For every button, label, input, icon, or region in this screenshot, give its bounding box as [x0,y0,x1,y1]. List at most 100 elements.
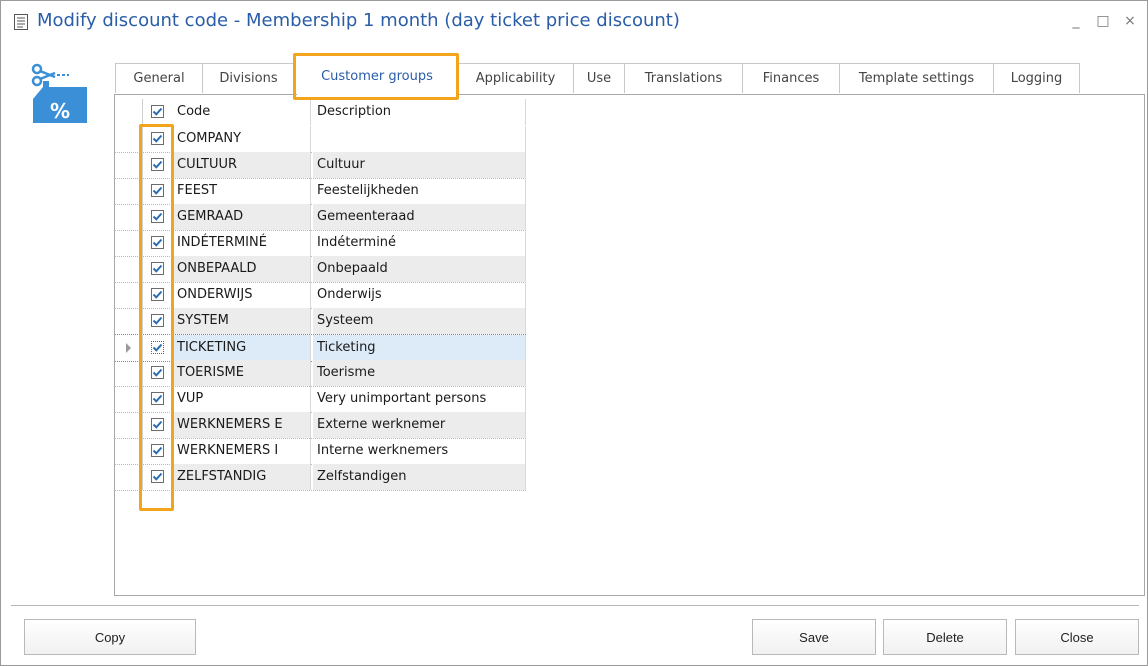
row-indicator-cell[interactable] [115,438,143,464]
header-checkbox-cell[interactable] [143,99,171,125]
row-checkbox[interactable] [151,392,164,405]
code-cell[interactable]: SYSTEM [173,308,311,334]
row-checkbox-cell[interactable] [143,412,171,438]
table-row[interactable]: SYSTEM Systeem [115,308,526,335]
description-cell[interactable]: Systeem [313,308,526,334]
row-checkbox-cell[interactable] [143,152,171,178]
code-cell[interactable]: VUP [173,386,311,412]
table-row[interactable]: INDÉTERMINÉ Indéterminé [115,230,526,257]
code-cell[interactable]: WERKNEMERS I [173,438,311,464]
save-button[interactable]: Save [752,619,876,655]
row-checkbox-cell[interactable] [143,178,171,204]
code-cell[interactable]: COMPANY [173,126,311,152]
maximize-button[interactable]: □ [1095,14,1111,28]
code-cell[interactable]: ONBEPAALD [173,256,311,282]
table-row[interactable]: VUP Very unimportant persons [115,386,526,413]
row-checkbox[interactable] [151,444,164,457]
row-checkbox[interactable] [151,132,164,145]
close-button[interactable]: Close [1015,619,1139,655]
table-row[interactable]: GEMRAAD Gemeenteraad [115,204,526,231]
tab-general[interactable]: General [115,63,203,93]
description-cell[interactable]: Ticketing [313,335,526,361]
row-indicator-cell[interactable] [115,464,143,490]
row-checkbox-cell[interactable] [143,308,171,334]
copy-button[interactable]: Copy [24,619,196,655]
table-row[interactable]: ONBEPAALD Onbepaald [115,256,526,283]
table-row[interactable]: FEEST Feestelijkheden [115,178,526,205]
row-checkbox[interactable] [151,288,164,301]
row-checkbox[interactable] [151,236,164,249]
minimize-button[interactable]: _ [1068,14,1084,28]
description-cell[interactable]: Gemeenteraad [313,204,526,230]
row-indicator-cell[interactable] [115,412,143,438]
close-window-button[interactable]: × [1122,14,1138,28]
description-cell[interactable]: Onderwijs [313,282,526,308]
column-header-code[interactable]: Code [173,99,311,125]
select-all-checkbox[interactable] [151,105,164,118]
code-cell[interactable]: TICKETING [173,335,311,361]
row-indicator-cell[interactable] [115,204,143,230]
row-checkbox[interactable] [151,366,164,379]
row-checkbox[interactable] [151,158,164,171]
tab-finances[interactable]: Finances [742,63,840,93]
row-indicator-cell[interactable] [115,230,143,256]
row-checkbox[interactable] [151,418,164,431]
table-row[interactable]: ONDERWIJS Onderwijs [115,282,526,309]
row-checkbox-cell[interactable] [143,464,171,490]
row-indicator-cell[interactable] [115,256,143,282]
tab-template-settings[interactable]: Template settings [839,63,994,93]
tab-customer-groups[interactable]: Customer groups [297,61,457,95]
table-row[interactable]: TOERISME Toerisme [115,360,526,387]
description-cell[interactable]: Toerisme [313,360,526,386]
code-cell[interactable]: CULTUUR [173,152,311,178]
row-checkbox[interactable] [151,184,164,197]
description-cell[interactable]: Onbepaald [313,256,526,282]
description-cell[interactable]: Cultuur [313,152,526,178]
row-indicator-cell[interactable] [115,126,143,152]
table-row[interactable]: WERKNEMERS E Externe werknemer [115,412,526,439]
code-cell[interactable]: INDÉTERMINÉ [173,230,311,256]
row-checkbox[interactable] [151,314,164,327]
description-cell[interactable]: Very unimportant persons [313,386,526,412]
table-row[interactable]: TICKETING Ticketing [115,334,526,362]
code-cell[interactable]: FEEST [173,178,311,204]
table-row[interactable]: COMPANY [115,126,526,153]
code-cell[interactable]: WERKNEMERS E [173,412,311,438]
row-checkbox-cell[interactable] [143,230,171,256]
tab-logging[interactable]: Logging [993,63,1080,93]
table-row[interactable]: CULTUUR Cultuur [115,152,526,179]
code-cell[interactable]: GEMRAAD [173,204,311,230]
row-checkbox-cell[interactable] [143,282,171,308]
description-cell[interactable]: Externe werknemer [313,412,526,438]
row-indicator-cell[interactable] [115,152,143,178]
description-cell[interactable]: Interne werknemers [313,438,526,464]
row-checkbox-cell[interactable] [143,126,171,152]
row-indicator-cell[interactable] [115,308,143,334]
row-indicator-cell[interactable] [115,335,143,361]
column-header-description[interactable]: Description [313,99,526,125]
table-row[interactable]: ZELFSTANDIG Zelfstandigen [115,464,526,491]
row-checkbox-cell[interactable] [143,386,171,412]
delete-button[interactable]: Delete [883,619,1007,655]
row-indicator-cell[interactable] [115,360,143,386]
row-checkbox-cell[interactable] [143,256,171,282]
row-checkbox-cell[interactable] [143,335,171,361]
code-cell[interactable]: ONDERWIJS [173,282,311,308]
tab-translations[interactable]: Translations [624,63,743,93]
row-checkbox-cell[interactable] [143,204,171,230]
row-indicator-cell[interactable] [115,178,143,204]
code-cell[interactable]: ZELFSTANDIG [173,464,311,490]
description-cell[interactable]: Indéterminé [313,230,526,256]
description-cell[interactable] [313,126,526,152]
row-checkbox-cell[interactable] [143,360,171,386]
row-checkbox[interactable] [151,470,164,483]
row-indicator-cell[interactable] [115,282,143,308]
row-checkbox[interactable] [151,210,164,223]
tab-divisions[interactable]: Divisions [202,63,295,93]
row-checkbox-cell[interactable] [143,438,171,464]
table-row[interactable]: WERKNEMERS I Interne werknemers [115,438,526,465]
description-cell[interactable]: Zelfstandigen [313,464,526,490]
code-cell[interactable]: TOERISME [173,360,311,386]
tab-applicability[interactable]: Applicability [457,63,574,93]
row-checkbox[interactable] [151,262,164,275]
